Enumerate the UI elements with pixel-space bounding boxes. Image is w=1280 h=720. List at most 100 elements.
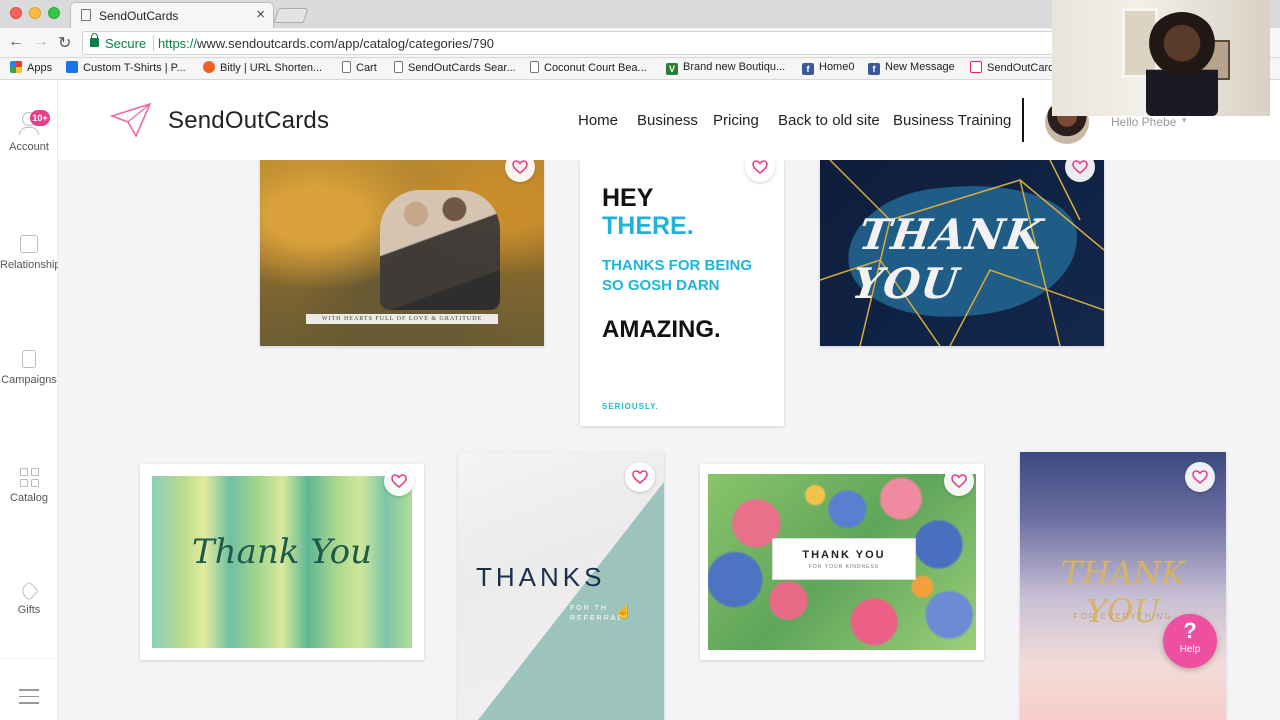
question-icon: ? (1183, 618, 1197, 643)
paper-plane-logo-icon[interactable] (110, 102, 152, 138)
url-input[interactable]: Secure https://www.sendoutcards.com/app/… (82, 31, 1082, 55)
bookmark-label: Coconut Court Bea... (544, 62, 647, 74)
menu-icon[interactable] (19, 684, 39, 709)
bookmark-item[interactable]: SendOutCards Sear... (394, 61, 516, 74)
bookmark-item[interactable]: f Home0 (802, 61, 854, 75)
card-text: THANKS (476, 562, 606, 592)
bookmark-label: Apps (27, 62, 53, 74)
sendoutcards-icon (970, 61, 982, 73)
url-text: https://www.sendoutcards.com/app/catalog… (158, 36, 495, 51)
zoom-window-button[interactable] (48, 7, 60, 19)
reload-icon[interactable]: ↻ (58, 33, 71, 53)
grid-icon (19, 468, 39, 487)
clipboard-icon (22, 350, 36, 368)
bookmark-item[interactable]: V Brand new Boutiqu... (666, 61, 785, 75)
url-separator (153, 35, 154, 51)
back-arrow-icon[interactable]: ← (8, 33, 24, 51)
card-thumbnail[interactable]: WITH HEARTS FULL OF LOVE & GRATITUDE (260, 160, 544, 346)
address-book-icon (20, 235, 38, 253)
bookmark-label: Brand new Boutiqu... (683, 61, 786, 73)
card-text: Thank You (191, 532, 372, 572)
shirt-icon (66, 61, 78, 73)
favorite-heart-icon[interactable] (384, 466, 414, 496)
bookmark-item[interactable]: Bitly | URL Shorten... (203, 61, 322, 74)
sidebar-item-label: Account (9, 141, 49, 153)
bookmark-item[interactable]: Coconut Court Bea... (530, 61, 647, 74)
apps-grid-icon (10, 61, 22, 73)
card-thumbnail[interactable]: THANK YOU (820, 160, 1104, 346)
close-window-button[interactable] (10, 7, 22, 19)
forward-arrow-icon[interactable]: → (33, 33, 49, 51)
card-text: AMAZING. (602, 316, 721, 343)
bookmark-label: SendOutCard (987, 62, 1055, 74)
presenter-video (1146, 12, 1218, 116)
card-caption-strip: WITH HEARTS FULL OF LOVE & GRATITUDE (306, 314, 498, 324)
favorite-heart-icon[interactable] (745, 160, 775, 182)
nav-business-training[interactable]: Business Training (893, 112, 1011, 129)
sidebar-divider (0, 658, 58, 659)
sidebar-item-campaigns[interactable]: Campaigns (0, 350, 58, 386)
nav-home[interactable]: Home (578, 112, 618, 129)
bookmark-item[interactable]: SendOutCard (970, 61, 1054, 74)
sidebar-item-catalog[interactable]: Catalog (0, 468, 58, 504)
favorite-heart-icon[interactable] (505, 160, 535, 182)
card-thumbnail[interactable]: HEY THERE. THANKS FOR BEING SO GOSH DARN… (580, 160, 784, 426)
card-thumbnail[interactable]: Thank You (140, 464, 424, 660)
nav-divider (1022, 98, 1024, 142)
tag-icon (19, 581, 39, 601)
bookmark-item[interactable]: f New Message (868, 61, 955, 75)
app: Account 10+ Relationships Campaigns Cata… (0, 80, 1280, 720)
notification-badge: 10+ (30, 110, 50, 126)
bookmark-label: Cart (356, 62, 377, 74)
help-button[interactable]: ? Help (1163, 614, 1217, 668)
sidebar-item-label: Gifts (17, 604, 41, 616)
new-tab-button[interactable] (273, 8, 309, 23)
nav-pricing[interactable]: Pricing (713, 112, 759, 129)
v-icon: V (666, 63, 678, 75)
bookmark-label: New Message (885, 61, 955, 73)
sidebar: Account 10+ Relationships Campaigns Cata… (0, 80, 67, 720)
couple-photo (380, 190, 500, 310)
hand-cursor-icon: ☝ (615, 603, 633, 619)
facebook-icon: f (802, 63, 814, 75)
user-greeting[interactable]: Hello Phebe (1111, 115, 1176, 129)
card-thumbnail[interactable]: THANK YOU FOR EVERYTHING (1020, 452, 1226, 720)
bookmark-item[interactable]: Cart (342, 61, 377, 74)
sidebar-item-label: Relationships (0, 259, 67, 271)
browser-tab[interactable]: SendOutCards × (70, 2, 274, 28)
catalog-grid: WITH HEARTS FULL OF LOVE & GRATITUDE HEY… (58, 160, 1280, 720)
bookmark-label: Home0 (819, 61, 855, 73)
card-text: THERE. (602, 212, 694, 240)
nav-back-to-old-site[interactable]: Back to old site (778, 112, 880, 129)
secure-label: Secure (105, 36, 147, 51)
bookmark-item[interactable]: Custom T-Shirts | P... (66, 61, 186, 74)
sidebar-item-relationships[interactable]: Relationships (0, 235, 67, 271)
page-icon (394, 61, 403, 73)
favorite-heart-icon[interactable] (1185, 462, 1215, 492)
favorite-heart-icon[interactable] (944, 466, 974, 496)
card-text: SERIOUSLY. (602, 402, 659, 411)
nav-business[interactable]: Business (637, 112, 698, 129)
help-label: Help (1179, 644, 1201, 655)
close-tab-icon[interactable]: × (256, 6, 265, 23)
card-thumbnail[interactable]: THANKS FOR TH REFERRAL (458, 452, 664, 720)
bookmark-label: Bitly | URL Shorten... (220, 62, 323, 74)
page-icon (530, 61, 539, 73)
bitly-icon (203, 61, 215, 73)
sidebar-item-gifts[interactable]: Gifts (0, 581, 58, 616)
bookmark-label: Custom T-Shirts | P... (83, 62, 186, 74)
page-icon (81, 9, 91, 21)
bookmark-item[interactable]: Apps (10, 61, 52, 74)
lock-icon (90, 33, 99, 47)
sidebar-item-label: Campaigns (1, 374, 57, 386)
card-text: THANKS FOR BEING SO GOSH DARN (602, 257, 752, 294)
sidebar-item-label: Catalog (10, 492, 48, 504)
card-thumbnail[interactable]: THANK YOU FOR YOUR KINDNESS (700, 464, 984, 660)
facebook-icon: f (868, 63, 880, 75)
card-label-box: THANK YOU FOR YOUR KINDNESS (772, 538, 916, 580)
favorite-heart-icon[interactable] (625, 462, 655, 492)
chevron-down-icon[interactable]: ▾ (1182, 115, 1187, 126)
minimize-window-button[interactable] (29, 7, 41, 19)
tab-title: SendOutCards (99, 9, 179, 23)
logo-text[interactable]: SendOutCards (168, 107, 329, 135)
